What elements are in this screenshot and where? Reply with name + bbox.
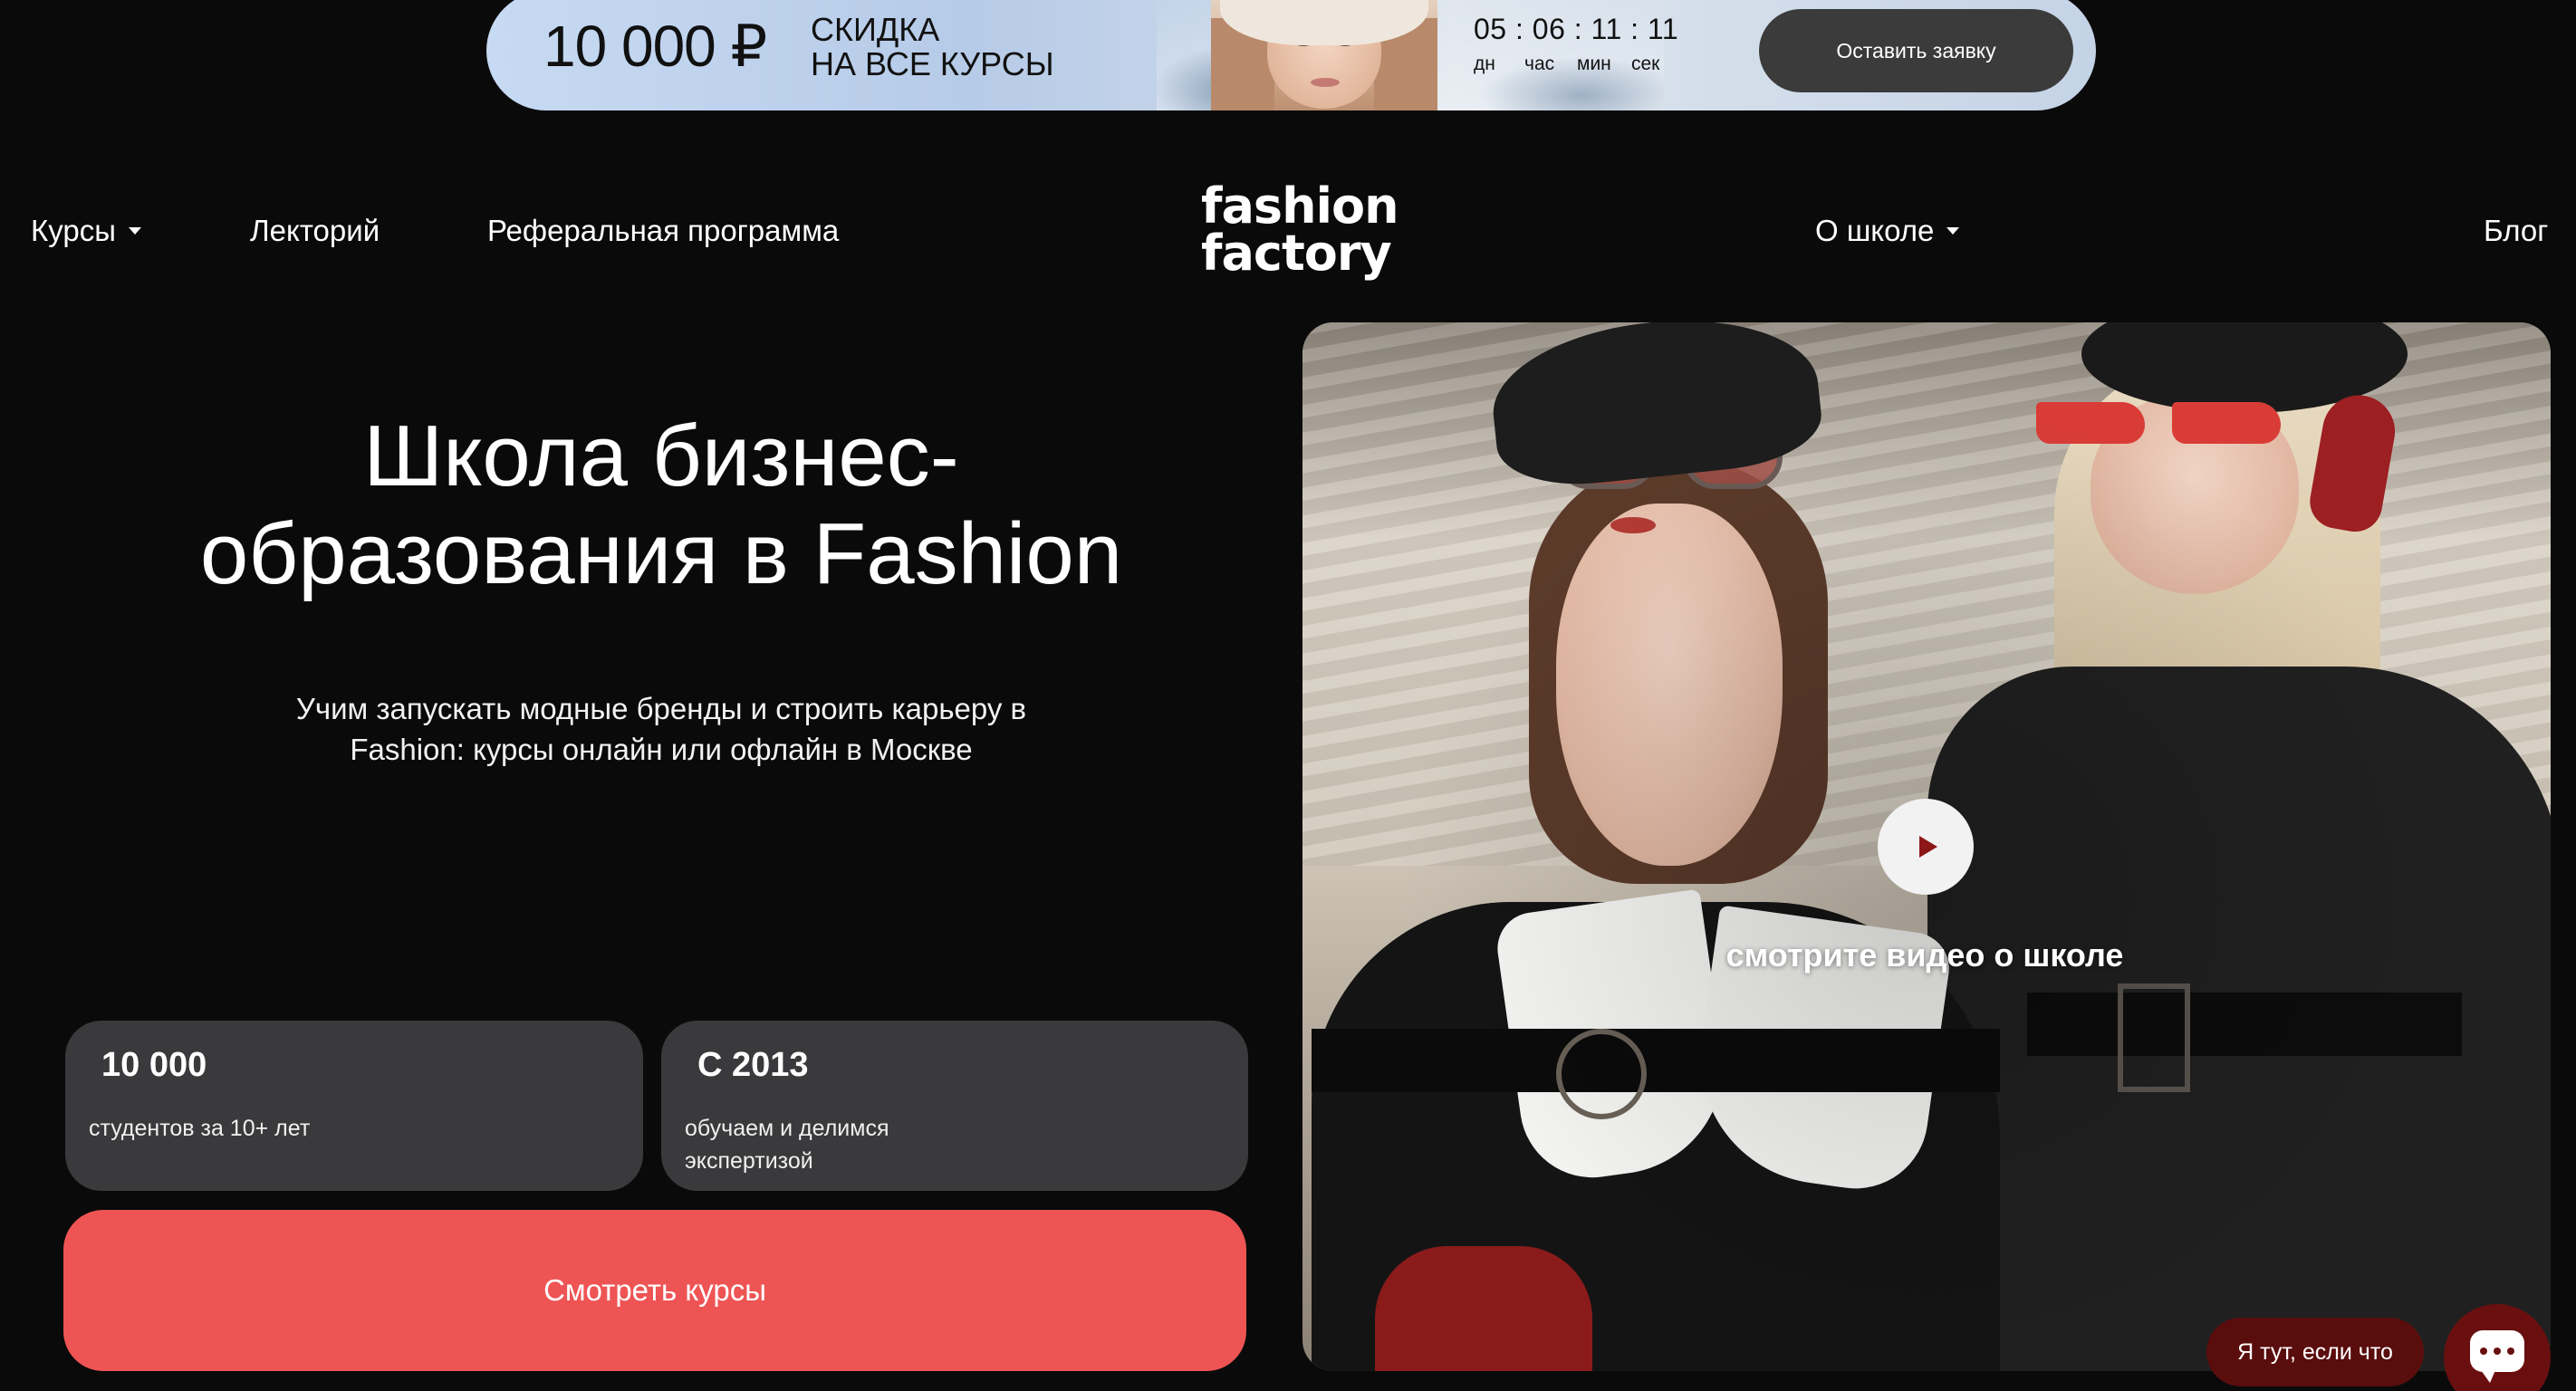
view-courses-button[interactable]: Смотреть курсы bbox=[63, 1210, 1246, 1371]
nav-about-label: О школе bbox=[1815, 214, 1935, 247]
fashion-factory-logo[interactable]: fashion factory bbox=[1201, 177, 1399, 282]
timer-minutes-label: мин bbox=[1577, 53, 1611, 74]
hero-subtitle-line2: Fashion: курсы онлайн или офлайн в Москв… bbox=[350, 733, 973, 766]
countdown-units: дн час мин сек bbox=[1474, 53, 1678, 75]
stat-card-students: 10 000 студентов за 10+ лет bbox=[65, 1021, 643, 1191]
logo-line2: factory bbox=[1201, 225, 1392, 282]
chat-icon bbox=[2470, 1330, 2524, 1383]
timer-sep: : bbox=[1514, 13, 1524, 45]
nav-courses-label: Курсы bbox=[31, 214, 116, 247]
stat-card-since: С 2013 обучаем и делимся экспертизой bbox=[661, 1021, 1248, 1191]
logo-line1: fashion bbox=[1201, 177, 1399, 235]
stat-description: студентов за 10+ лет bbox=[89, 1116, 311, 1141]
chevron-down-icon bbox=[128, 227, 141, 235]
nav-courses[interactable]: Курсы bbox=[31, 214, 141, 248]
hero-title-line2: образования в Fashion bbox=[199, 505, 1123, 602]
video-label: смотрите видео о школе bbox=[1725, 936, 2124, 974]
stat-value: 10 000 bbox=[101, 1046, 207, 1084]
nav-about[interactable]: О школе bbox=[1815, 214, 1960, 248]
nav-referral[interactable]: Реферальная программа bbox=[487, 214, 839, 248]
timer-hours-label: час bbox=[1524, 53, 1555, 74]
hero-subtitle-line1: Учим запускать модные бренды и строить к… bbox=[295, 692, 1027, 725]
stat-description-line2: экспертизой bbox=[685, 1148, 813, 1174]
timer-seconds-label: сек bbox=[1631, 53, 1660, 74]
play-icon bbox=[1919, 836, 1937, 858]
timer-minutes: 11 bbox=[1591, 13, 1622, 45]
stat-description-line1: обучаем и делимся bbox=[685, 1116, 889, 1141]
timer-days-label: дн bbox=[1474, 53, 1495, 74]
stat-value: С 2013 bbox=[697, 1046, 809, 1084]
promo-banner: 10 000 ₽ СКИДКА НА ВСЕ КУРСЫ 05 : 06 : 1… bbox=[486, 0, 2096, 110]
countdown-timer: 05 : 06 : 11 : 11 дн час мин сек bbox=[1474, 13, 1678, 75]
countdown-digits: 05 : 06 : 11 : 11 bbox=[1474, 13, 1678, 46]
promo-amount: 10 000 ₽ bbox=[543, 14, 767, 79]
promo-model-image bbox=[1211, 0, 1437, 110]
promo-text-line1: СКИДКА bbox=[811, 11, 940, 48]
play-video-button[interactable] bbox=[1878, 799, 1974, 895]
timer-seconds: 11 bbox=[1647, 13, 1679, 45]
hero-subtitle: Учим запускать модные бренды и строить к… bbox=[226, 688, 1096, 770]
nav-blog[interactable]: Блог bbox=[2484, 214, 2548, 248]
chevron-down-icon bbox=[1946, 227, 1960, 235]
timer-days: 05 bbox=[1474, 13, 1507, 45]
promo-text: СКИДКА НА ВСЕ КУРСЫ bbox=[811, 13, 1054, 82]
timer-hours: 06 bbox=[1532, 13, 1566, 45]
promo-text-line2: НА ВСЕ КУРСЫ bbox=[811, 45, 1054, 82]
nav-lectures[interactable]: Лекторий bbox=[250, 214, 380, 248]
hero-title-line1: Школа бизнес- bbox=[363, 408, 959, 504]
timer-sep: : bbox=[1573, 13, 1583, 45]
chat-greeting-bubble[interactable]: Я тут, если что bbox=[2206, 1318, 2424, 1386]
timer-sep: : bbox=[1630, 13, 1639, 45]
hero-title: Школа бизнес- образования в Fashion bbox=[91, 408, 1232, 603]
leave-request-button[interactable]: Оставить заявку bbox=[1759, 9, 2073, 92]
